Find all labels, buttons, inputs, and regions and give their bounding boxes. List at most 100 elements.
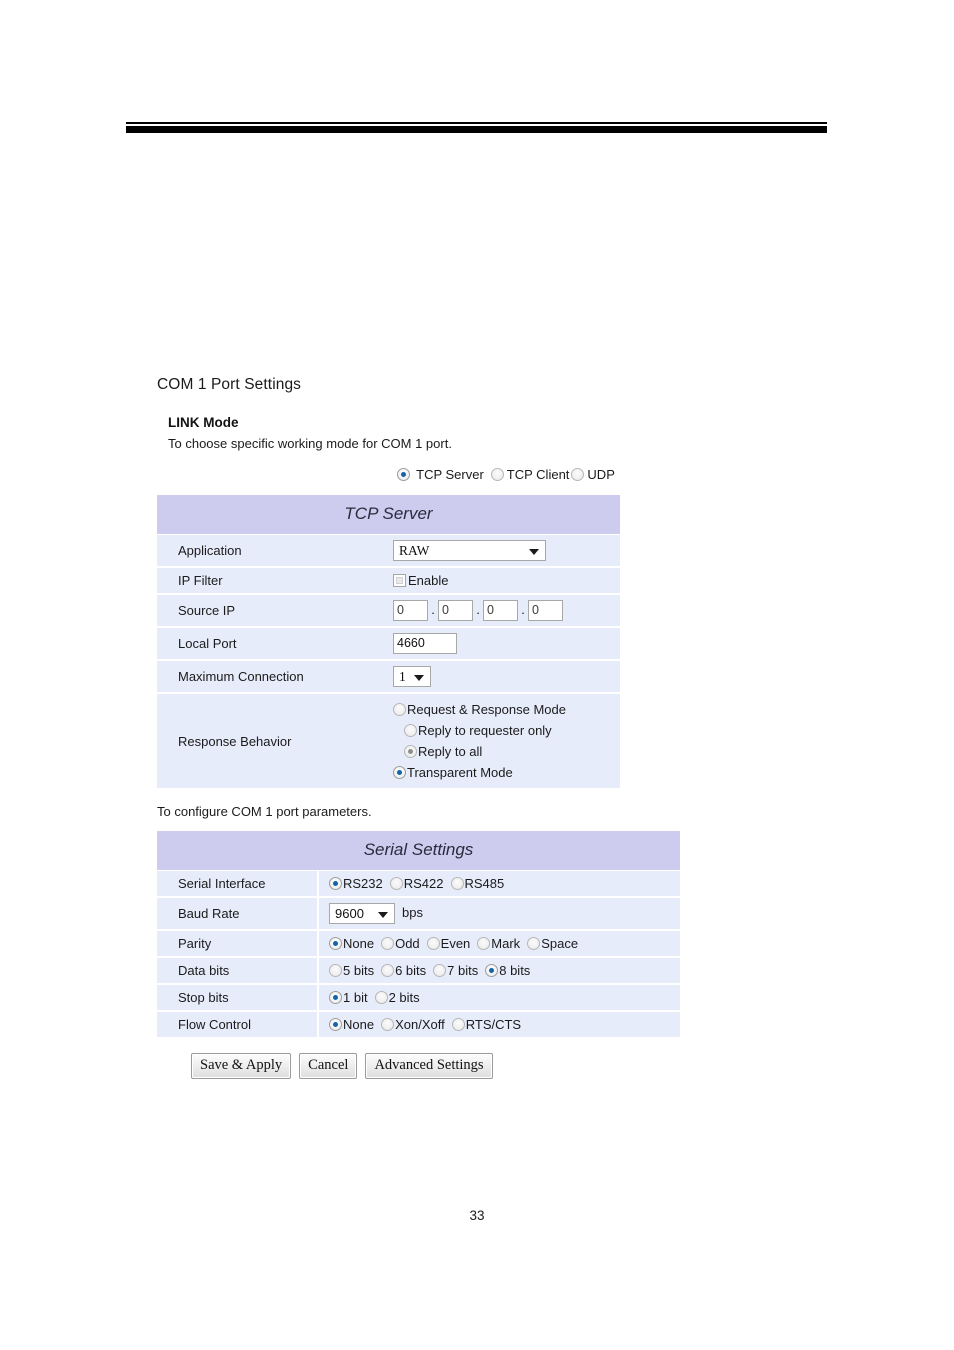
source-ip-octet-3[interactable]: 0: [483, 600, 518, 621]
table-row-stop-bits: Stop bits 1 bit 2 bits: [157, 984, 680, 1012]
com-port-settings-screenshot: COM 1 Port Settings LINK Mode To choose …: [157, 376, 857, 1079]
page-header-rule: [126, 122, 827, 133]
radio-option-parity-even[interactable]: Even: [426, 936, 471, 951]
radio-option-rs232[interactable]: RS232: [329, 876, 383, 891]
radio-option-parity-none[interactable]: None: [329, 936, 374, 951]
radio-icon-reply-to-requester-only[interactable]: [404, 724, 417, 737]
radio-icon-parity-odd[interactable]: [381, 937, 395, 950]
radio-icon-parity-space[interactable]: [527, 937, 541, 950]
table-row-application: Application RAW: [157, 534, 620, 568]
radio-label-data-bits-8: 8 bits: [499, 963, 531, 978]
radio-option-data-bits-7[interactable]: 7 bits: [433, 963, 478, 978]
source-ip-separator-3: .: [521, 601, 525, 617]
radio-icon-stop-bits-1[interactable]: [329, 991, 342, 1004]
source-ip-octet-4[interactable]: 0: [528, 600, 563, 621]
radio-icon-rs232[interactable]: [329, 877, 342, 890]
radio-option-flow-xon-xoff[interactable]: Xon/Xoff: [381, 1017, 445, 1032]
source-ip-separator-1: .: [431, 601, 435, 617]
radio-label-rs422: RS422: [403, 876, 444, 891]
chevron-down-icon: [529, 548, 539, 555]
application-select[interactable]: RAW: [393, 540, 546, 561]
radio-icon-data-bits-7[interactable]: [433, 964, 447, 977]
radio-label-rs485: RS485: [464, 876, 505, 891]
radio-icon-stop-bits-2[interactable]: [374, 991, 388, 1004]
radio-label-flow-xon-xoff: Xon/Xoff: [395, 1017, 445, 1032]
radio-icon-data-bits-6[interactable]: [381, 964, 395, 977]
label-baud-rate: Baud Rate: [157, 897, 319, 931]
radio-option-rs485[interactable]: RS485: [450, 876, 505, 891]
radio-icon-udp[interactable]: [571, 468, 585, 481]
tcp-server-settings-table: TCP Server Application RAW IP Filter Ena…: [157, 495, 620, 790]
source-ip-octet-1[interactable]: 0: [393, 600, 428, 621]
radio-label-rs232: RS232: [343, 876, 383, 891]
radio-icon-tcp-client[interactable]: [490, 468, 504, 481]
local-port-input[interactable]: 4660: [393, 633, 457, 654]
radio-icon-flow-none[interactable]: [329, 1018, 342, 1031]
radio-option-stop-bits-2[interactable]: 2 bits: [374, 990, 420, 1005]
radio-option-flow-none[interactable]: None: [329, 1017, 374, 1032]
ip-filter-enable-option[interactable]: Enable: [393, 573, 448, 588]
radio-option-tcp-client[interactable]: TCP Client: [490, 467, 569, 482]
radio-icon-parity-none[interactable]: [329, 937, 342, 950]
baud-rate-select[interactable]: 9600: [329, 903, 395, 924]
radio-icon-reply-to-all[interactable]: [404, 745, 417, 758]
radio-option-parity-odd[interactable]: Odd: [381, 936, 420, 951]
cancel-button[interactable]: Cancel: [299, 1053, 358, 1079]
radio-option-flow-rts-cts[interactable]: RTS/CTS: [451, 1017, 521, 1032]
radio-label-tcp-server: TCP Server: [416, 467, 484, 482]
serial-settings-panel-title: Serial Settings: [157, 831, 680, 871]
label-stop-bits: Stop bits: [157, 984, 319, 1012]
radio-option-stop-bits-1[interactable]: 1 bit: [329, 990, 368, 1005]
label-ip-filter: IP Filter: [157, 567, 385, 595]
radio-icon-request-response-mode[interactable]: [393, 703, 406, 716]
radio-icon-parity-mark[interactable]: [477, 937, 491, 950]
radio-icon-parity-even[interactable]: [426, 937, 440, 950]
radio-icon-data-bits-8[interactable]: [485, 964, 499, 977]
table-row-serial-interface: Serial Interface RS232 RS422 RS485: [157, 870, 680, 898]
radio-icon-flow-xon-xoff[interactable]: [381, 1018, 395, 1031]
radio-icon-tcp-server[interactable]: [397, 468, 411, 481]
radio-icon-transparent-mode[interactable]: [393, 766, 406, 779]
source-ip-octet-2[interactable]: 0: [438, 600, 473, 621]
table-header-row: TCP Server: [157, 495, 620, 535]
radio-label-parity-space: Space: [541, 936, 579, 951]
advanced-settings-button[interactable]: Advanced Settings: [365, 1053, 493, 1079]
radio-label-reply-to-requester-only: Reply to requester only: [418, 723, 552, 738]
radio-option-tcp-server[interactable]: TCP Server: [397, 467, 489, 482]
radio-option-parity-space[interactable]: Space: [527, 936, 578, 951]
label-response-behavior: Response Behavior: [157, 693, 385, 790]
radio-option-udp[interactable]: UDP: [571, 467, 615, 482]
radio-icon-rs485[interactable]: [450, 877, 464, 890]
page-title: COM 1 Port Settings: [157, 376, 302, 393]
header-rule-thick-line: [126, 126, 827, 133]
radio-option-data-bits-8[interactable]: 8 bits: [485, 963, 530, 978]
radio-option-reply-to-requester-only[interactable]: Reply to requester only: [404, 720, 620, 741]
maximum-connection-select[interactable]: 1: [393, 666, 431, 687]
radio-option-data-bits-5[interactable]: 5 bits: [329, 963, 374, 978]
link-mode-section: LINK Mode To choose specific working mod…: [168, 415, 857, 451]
radio-option-parity-mark[interactable]: Mark: [477, 936, 520, 951]
radio-option-reply-to-all[interactable]: Reply to all: [404, 741, 620, 762]
table-row-ip-filter: IP Filter Enable: [157, 567, 620, 595]
chevron-down-icon: [378, 911, 388, 918]
table-row-source-ip: Source IP 0.0.0.0: [157, 594, 620, 628]
radio-icon-flow-rts-cts[interactable]: [451, 1018, 465, 1031]
checkbox-icon-ip-filter-enable[interactable]: [393, 574, 406, 587]
radio-option-data-bits-6[interactable]: 6 bits: [381, 963, 426, 978]
maximum-connection-select-value: 1: [399, 669, 406, 684]
radio-label-parity-even: Even: [440, 936, 471, 951]
radio-option-rs422[interactable]: RS422: [389, 876, 444, 891]
label-data-bits: Data bits: [157, 957, 319, 985]
radio-icon-data-bits-5[interactable]: [329, 964, 342, 977]
radio-label-data-bits-6: 6 bits: [395, 963, 427, 978]
link-mode-description: To choose specific working mode for COM …: [168, 436, 452, 451]
radio-label-request-response-mode: Request & Response Mode: [407, 702, 566, 717]
page-number: 33: [469, 1208, 485, 1223]
link-mode-heading: LINK Mode: [168, 415, 239, 430]
radio-option-transparent-mode[interactable]: Transparent Mode: [393, 762, 620, 783]
radio-option-request-response-mode[interactable]: Request & Response Mode: [393, 699, 620, 720]
save-apply-button[interactable]: Save & Apply: [191, 1053, 292, 1079]
radio-icon-rs422[interactable]: [389, 877, 403, 890]
radio-label-parity-none: None: [343, 936, 375, 951]
radio-label-data-bits-5: 5 bits: [343, 963, 375, 978]
